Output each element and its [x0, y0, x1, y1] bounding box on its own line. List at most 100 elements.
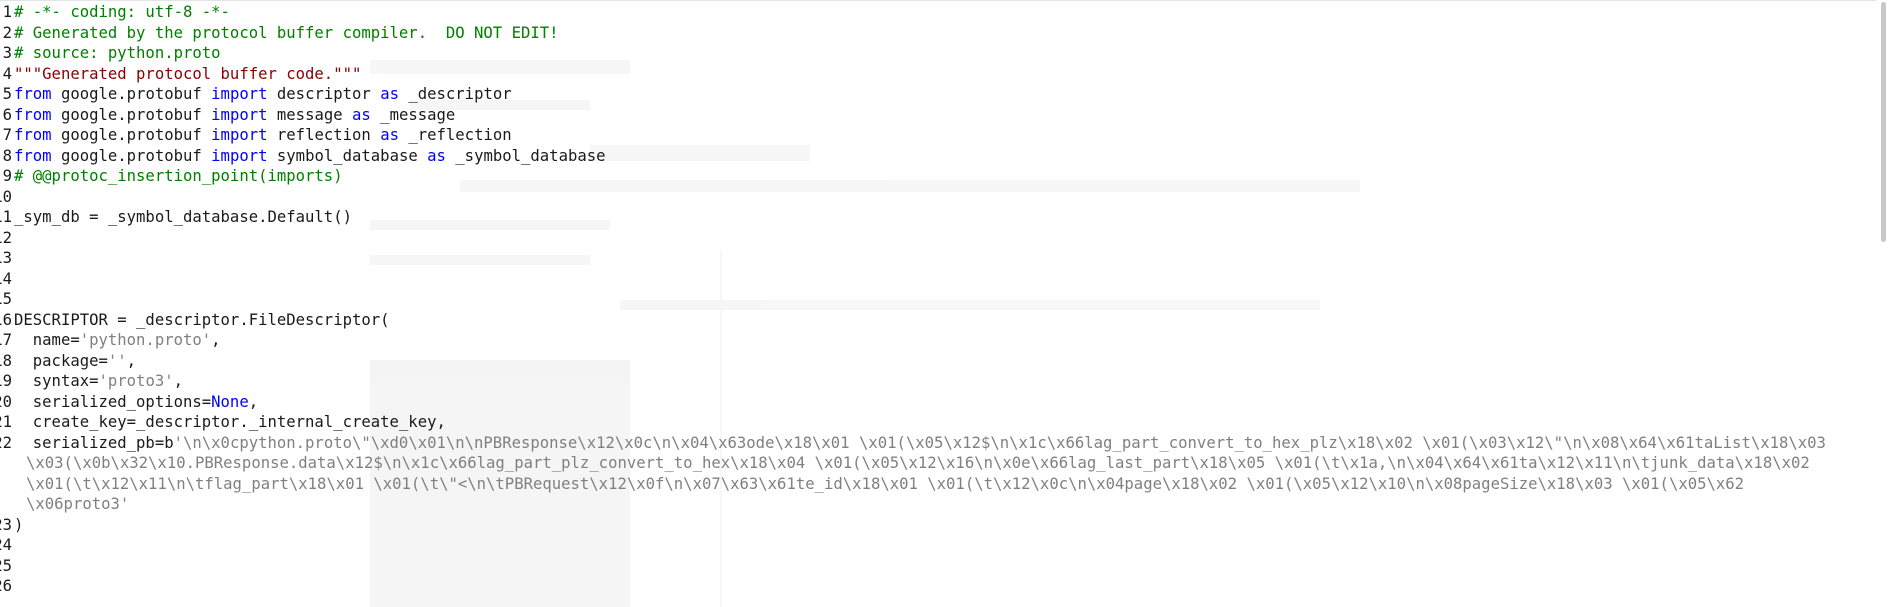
code-token: \x01(\t\x12\x11\n\tflag_part\x18\x01 \x0…: [26, 474, 1745, 493]
code-token: import: [211, 126, 268, 144]
code-token: syntax=: [14, 372, 99, 390]
code-line[interactable]: 10: [0, 187, 1876, 208]
code-line[interactable]: 7 from google.protobuf import reflection …: [0, 125, 1876, 146]
line-content: from google.protobuf import reflection a…: [12, 125, 512, 146]
code-line[interactable]: 2 # Generated by the protocol buffer comp…: [0, 23, 1876, 44]
line-number: 16: [0, 310, 12, 329]
line-number: 6: [2, 105, 12, 124]
code-line[interactable]: 13: [0, 248, 1876, 269]
line-number: 19: [0, 372, 12, 390]
code-line[interactable]: 1 # -*- coding: utf-8 -*-: [0, 2, 1876, 23]
top-border: [0, 0, 1888, 1]
code-token: name=: [14, 331, 80, 349]
code-line[interactable]: 26: [0, 576, 1876, 597]
line-number: 4: [2, 64, 12, 83]
line-number: [0, 453, 12, 474]
code-token: from: [14, 126, 52, 144]
code-token: as: [380, 85, 399, 103]
code-line[interactable]: 22 serialized_pb=b'\n\x0cpython.proto\"\…: [0, 433, 1876, 454]
code-token: # source: python.proto: [14, 44, 221, 62]
code-token: as: [427, 146, 446, 165]
code-line[interactable]: 19 syntax='proto3',: [0, 371, 1876, 392]
code-token: import: [211, 105, 268, 124]
line-content: _sym_db = _symbol_database.Default(): [12, 207, 352, 228]
code-line[interactable]: 21 create_key=_descriptor._internal_crea…: [0, 412, 1876, 433]
code-line[interactable]: \x03(\x0b\x32\x10.PBResponse.data\x12$\n…: [0, 453, 1876, 474]
code-token: _reflection: [398, 126, 512, 144]
line-content: serialized_options=None,: [12, 392, 258, 413]
line-content: [12, 535, 14, 556]
vertical-scrollbar[interactable]: [1876, 0, 1888, 607]
line-number: 5: [2, 85, 12, 103]
code-editor[interactable]: 1 # -*- coding: utf-8 -*- 2 # Generated by …: [0, 0, 1888, 607]
code-token: _descriptor: [398, 85, 512, 103]
line-content: \x03(\x0b\x32\x10.PBResponse.data\x12$\n…: [12, 453, 1810, 474]
code-line[interactable]: \x06proto3': [0, 494, 1876, 515]
line-number: 21: [0, 413, 12, 431]
line-content: ): [12, 515, 23, 536]
code-line[interactable]: 12: [0, 228, 1876, 249]
line-content: [12, 187, 14, 208]
code-token: from: [14, 146, 52, 165]
code-token: \x03(\x0b\x32\x10.PBResponse.data\x12$\n…: [26, 454, 1810, 472]
line-content: """Generated protocol buffer code.""": [12, 64, 361, 85]
code-line[interactable]: 11_sym_db = _symbol_database.Default(): [0, 207, 1876, 228]
line-number: 1: [2, 3, 12, 21]
code-token: descriptor: [267, 85, 381, 103]
line-content: package='',: [12, 351, 136, 372]
code-line[interactable]: 9 # @@protoc_insertion_point(imports): [0, 166, 1876, 187]
code-token: # @@protoc_insertion_point(imports): [14, 167, 343, 185]
code-line[interactable]: 6 from google.protobuf import message as …: [0, 105, 1876, 126]
code-line[interactable]: 18 package='',: [0, 351, 1876, 372]
line-content: from google.protobuf import symbol_datab…: [12, 146, 606, 167]
scrollbar-thumb[interactable]: [1881, 2, 1886, 242]
line-content: from google.protobuf import message as _…: [12, 105, 455, 126]
code-line[interactable]: 15: [0, 289, 1876, 310]
code-line[interactable]: 16DESCRIPTOR = _descriptor.FileDescripto…: [0, 310, 1876, 331]
code-token: google.protobuf: [51, 146, 212, 165]
code-line[interactable]: 20 serialized_options=None,: [0, 392, 1876, 413]
code-token: symbol_database: [267, 146, 428, 165]
code-line[interactable]: 5 from google.protobuf import descriptor …: [0, 84, 1876, 105]
code-line[interactable]: \x01(\t\x12\x11\n\tflag_part\x18\x01 \x0…: [0, 474, 1876, 495]
line-content: [12, 269, 14, 290]
line-content: syntax='proto3',: [12, 371, 183, 392]
line-number: 2: [2, 23, 12, 42]
line-content: # @@protoc_insertion_point(imports): [12, 166, 343, 187]
code-token: None: [211, 392, 249, 411]
code-token: '\n\x0cpython.proto\"\xd0\x01\n\nPBRespo…: [173, 433, 1826, 452]
code-token: serialized_options=: [14, 392, 212, 411]
line-content: # -*- coding: utf-8 -*-: [12, 2, 230, 23]
code-line[interactable]: 4 """Generated protocol buffer code.""": [0, 64, 1876, 85]
line-number: 23: [0, 515, 12, 534]
code-area[interactable]: 1 # -*- coding: utf-8 -*- 2 # Generated by …: [0, 2, 1876, 597]
line-content: from google.protobuf import descriptor a…: [12, 84, 512, 105]
code-line[interactable]: 14: [0, 269, 1876, 290]
code-line[interactable]: 17 name='python.proto',: [0, 330, 1876, 351]
code-line[interactable]: 24: [0, 535, 1876, 556]
code-token: from: [14, 105, 52, 124]
line-number: 15: [0, 290, 12, 308]
code-token: \x06proto3': [26, 495, 130, 513]
line-number: 20: [0, 392, 12, 411]
code-token: # -*- coding: utf-8 -*-: [14, 3, 230, 21]
code-token: google.protobuf: [51, 105, 212, 124]
code-token: from: [14, 85, 52, 103]
code-token: DESCRIPTOR = _descriptor.FileDescriptor(: [14, 310, 390, 329]
line-content: [12, 228, 14, 249]
line-number: 26: [0, 577, 12, 595]
code-token: ,: [211, 331, 221, 349]
line-content: # Generated by the protocol buffer compi…: [12, 23, 559, 44]
code-line[interactable]: 23): [0, 515, 1876, 536]
code-line[interactable]: 3 # source: python.proto: [0, 43, 1876, 64]
code-line[interactable]: 8 from google.protobuf import symbol_data…: [0, 146, 1876, 167]
code-token: package=: [14, 351, 108, 370]
code-token: google.protobuf: [51, 126, 212, 144]
code-token: reflection: [267, 126, 381, 144]
code-token: google.protobuf: [51, 85, 212, 103]
code-token: ): [14, 515, 24, 534]
line-number: 24: [0, 536, 12, 554]
code-line[interactable]: 25: [0, 556, 1876, 577]
line-number: 25: [0, 556, 12, 575]
code-token: create_key=_descriptor._internal_create_…: [14, 413, 446, 431]
